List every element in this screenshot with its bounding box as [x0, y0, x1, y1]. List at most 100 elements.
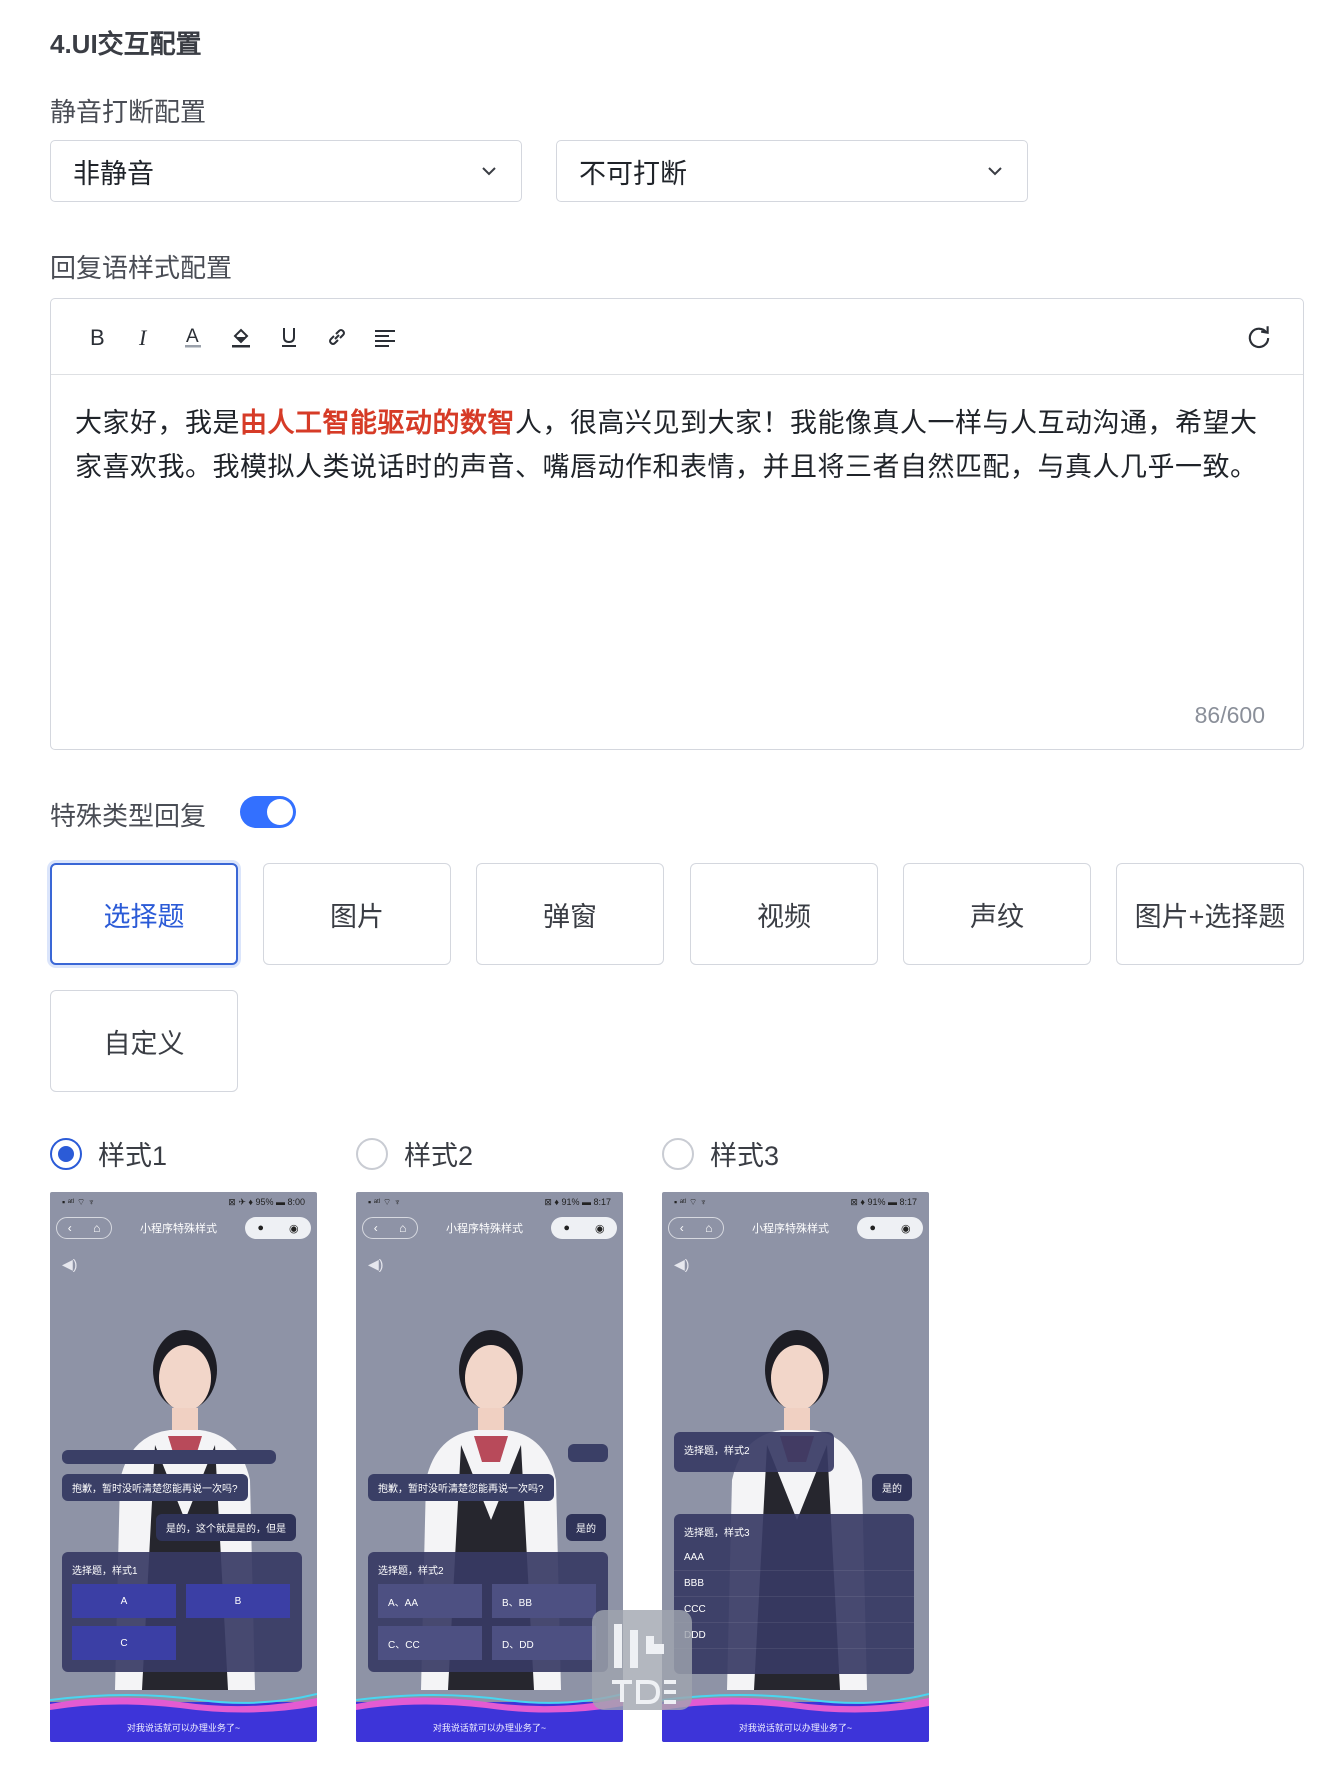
refresh-icon[interactable] — [1237, 315, 1281, 359]
choice-item: DDD — [674, 1623, 914, 1649]
choice-c: C — [72, 1626, 176, 1660]
editor-content[interactable]: 大家好，我是由人工智能驱动的数智人，很高兴见到大家！我能像真人一样与人互动沟通，… — [51, 375, 1303, 515]
style-preview-3: ▪︎ ᵃᵗˡ ⌔ ♆ ⊠ ♦ 91% ▬ 8:17 ‹ ⌂ 小程序特殊样式 ● ◉ ◀… — [662, 1192, 929, 1742]
mini-program-navbar: ‹ ⌂ 小程序特殊样式 ● ◉ — [356, 1212, 623, 1244]
mini-program-navbar: ‹ ⌂ 小程序特殊样式 ● ◉ — [50, 1212, 317, 1244]
menu-capsule: ● ◉ — [551, 1217, 617, 1239]
align-icon[interactable] — [361, 315, 409, 359]
nav-title: 小程序特殊样式 — [752, 1223, 829, 1235]
record-icon: ◉ — [900, 1222, 911, 1235]
type-option-image[interactable]: 图片 — [263, 863, 451, 965]
interrupt-select-value: 不可打断 — [579, 158, 687, 189]
choice-c: C、CC — [378, 1626, 482, 1660]
status-bar: ▪︎ ᵃᵗˡ ⌔ ♆ ⊠ ♦ 91% ▬ 8:17 — [662, 1192, 929, 1212]
type-option-voiceprint[interactable]: 声纹 — [903, 863, 1091, 965]
status-left: ▪︎ ᵃᵗˡ ⌔ ♆ — [368, 1196, 401, 1207]
text-highlight: 由人工智能驱动的数智 — [240, 408, 515, 438]
style-preview-1: ▪︎ ᵃᵗˡ ⌔ ♆ ⊠ ✈ ♦ 95% ▬ 8:00 ‹ ⌂ 小程序特殊样式 ● ◉… — [50, 1192, 317, 1742]
type-option-image-choice[interactable]: 图片+选择题 — [1116, 863, 1304, 965]
user-bubble: 是的 — [566, 1514, 606, 1541]
style-option-2[interactable]: 样式2 — [356, 1134, 473, 1173]
bot-bubble: 抱歉，暂时没听清楚您能再说一次吗? — [62, 1474, 248, 1501]
style-option-1[interactable]: 样式1 — [50, 1134, 167, 1173]
section-title: 4.UI交互配置 — [50, 29, 202, 59]
choice-a: A、AA — [378, 1584, 482, 1618]
highlight-icon[interactable] — [217, 315, 265, 359]
choice-b: B — [186, 1584, 290, 1618]
type-option-custom[interactable]: 自定义 — [50, 990, 238, 1092]
back-home-capsule: ‹ ⌂ — [668, 1217, 724, 1239]
logo-icon — [612, 1624, 676, 1704]
mic-icon: ● — [869, 1222, 877, 1234]
italic-icon[interactable]: I — [121, 315, 169, 359]
bubble-partial — [568, 1444, 608, 1462]
footer-hint: 对我说话就可以办理业务了~ — [432, 1723, 547, 1733]
record-icon: ◉ — [288, 1222, 299, 1235]
choice-d: D、DD — [492, 1626, 596, 1660]
bot-bubble: 抱歉，暂时没听清楚您能再说一次吗? — [368, 1474, 554, 1501]
link-icon[interactable] — [313, 315, 361, 359]
svg-text:A: A — [186, 326, 199, 347]
back-home-capsule: ‹ ⌂ — [362, 1217, 418, 1239]
rich-text-editor: B I A 大家好，我是由人工智能驱动的数智人，很高兴见到大家！我能像真人一样与… — [50, 298, 1304, 750]
radio-selected[interactable] — [50, 1137, 82, 1170]
choice-item: CCC — [674, 1597, 914, 1623]
type-option-popup[interactable]: 弹窗 — [476, 863, 664, 965]
status-left: ▪︎ ᵃᵗˡ ⌔ ♆ — [62, 1196, 95, 1207]
chevron-down-icon — [482, 167, 496, 176]
panel-title: 选择题，样式2 — [684, 1446, 750, 1457]
panel-title: 选择题，样式1 — [72, 1566, 138, 1577]
menu-capsule: ● ◉ — [245, 1217, 311, 1239]
underline-icon[interactable] — [265, 315, 313, 359]
user-bubble: 是的 — [872, 1474, 912, 1501]
radio-unselected[interactable] — [662, 1137, 694, 1170]
reply-style-label: 回复语样式配置 — [50, 253, 233, 283]
back-home-capsule: ‹ ⌂ — [56, 1217, 112, 1239]
home-icon: ⌂ — [705, 1221, 713, 1235]
back-icon: ‹ — [679, 1221, 684, 1235]
editor-toolbar: B I A — [51, 299, 1303, 375]
back-icon: ‹ — [67, 1221, 72, 1235]
font-color-icon[interactable]: A — [169, 315, 217, 359]
choice-b: B、BB — [492, 1584, 596, 1618]
home-icon: ⌂ — [399, 1221, 407, 1235]
record-icon: ◉ — [594, 1222, 605, 1235]
special-reply-label: 特殊类型回复 — [50, 801, 207, 831]
choice-a: A — [72, 1584, 176, 1618]
watermark-logo — [592, 1610, 692, 1710]
special-reply-toggle[interactable] — [240, 796, 296, 828]
interrupt-select[interactable]: 不可打断 — [556, 140, 1028, 202]
choice-item: AAA — [674, 1545, 914, 1571]
speaker-icon: ◀) — [62, 1256, 78, 1272]
mute-config-label: 静音打断配置 — [50, 97, 207, 127]
footer-hint: 对我说话就可以办理业务了~ — [738, 1723, 853, 1733]
menu-capsule: ● ◉ — [857, 1217, 923, 1239]
back-icon: ‹ — [373, 1221, 378, 1235]
mic-icon: ● — [257, 1222, 265, 1234]
type-option-video[interactable]: 视频 — [690, 863, 878, 965]
status-right: ⊠ ♦ 91% ▬ 8:17 — [850, 1196, 917, 1207]
bubble-partial — [62, 1450, 276, 1464]
choice-item: BBB — [674, 1571, 914, 1597]
chevron-down-icon — [988, 167, 1002, 176]
mic-icon: ● — [563, 1222, 571, 1234]
panel-title: 选择题，样式3 — [684, 1528, 750, 1539]
status-bar: ▪︎ ᵃᵗˡ ⌔ ♆ ⊠ ✈ ♦ 95% ▬ 8:00 — [50, 1192, 317, 1212]
radio-unselected[interactable] — [356, 1137, 388, 1170]
type-option-choice[interactable]: 选择题 — [50, 863, 238, 965]
status-right: ⊠ ✈ ♦ 95% ▬ 8:00 — [228, 1196, 305, 1207]
status-left: ▪︎ ᵃᵗˡ ⌔ ♆ — [674, 1196, 707, 1207]
bold-icon[interactable]: B — [73, 315, 121, 359]
previous-choice-panel: 选择题，样式2 — [674, 1432, 834, 1472]
home-icon: ⌂ — [93, 1221, 101, 1235]
user-bubble: 是的，这个就是是的，但是 — [156, 1514, 296, 1541]
nav-title: 小程序特殊样式 — [446, 1223, 523, 1235]
style-option-3[interactable]: 样式3 — [662, 1134, 779, 1173]
style-preview-2: ▪︎ ᵃᵗˡ ⌔ ♆ ⊠ ♦ 91% ▬ 8:17 ‹ ⌂ 小程序特殊样式 ● ◉ ◀… — [356, 1192, 623, 1742]
mute-select-value: 非静音 — [73, 158, 154, 189]
style-label: 样式2 — [404, 1141, 474, 1171]
choice-panel: 选择题，样式3 AAA BBB CCC DDD — [674, 1514, 914, 1674]
speaker-icon: ◀) — [368, 1256, 384, 1272]
svg-text:B: B — [90, 325, 105, 350]
mute-select[interactable]: 非静音 — [50, 140, 522, 202]
